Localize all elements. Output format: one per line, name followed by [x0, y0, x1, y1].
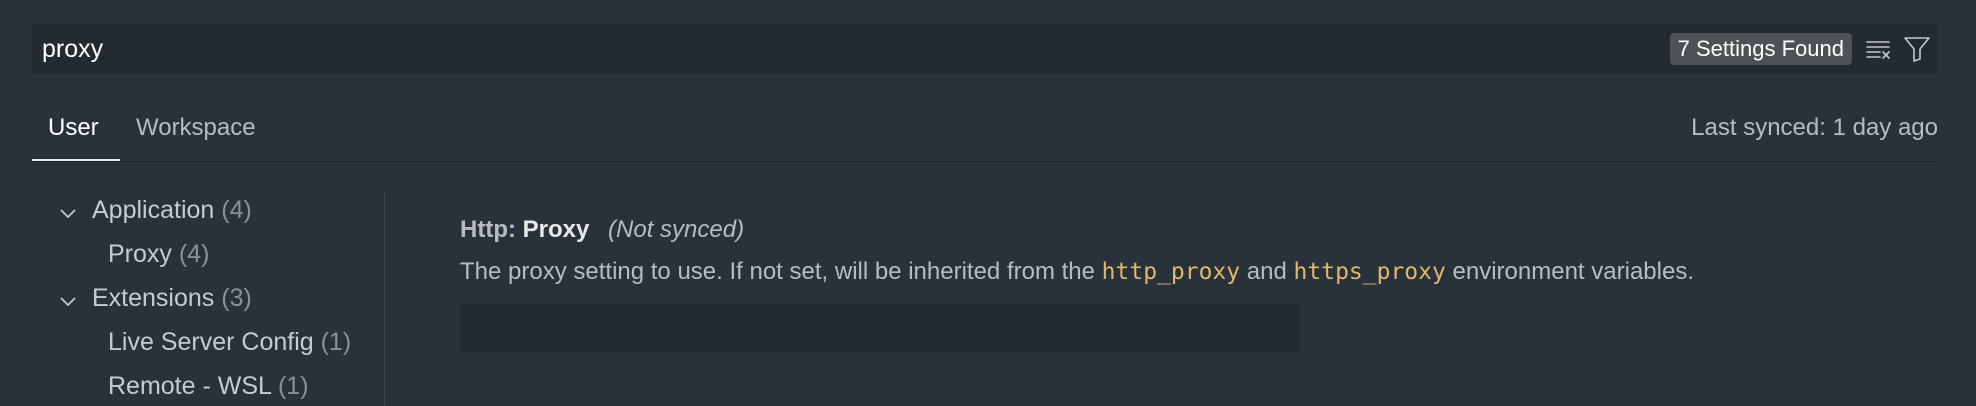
chevron-down-icon[interactable] — [58, 292, 78, 312]
setting-description: The proxy setting to use. If not set, wi… — [460, 258, 1940, 286]
toc-item-count: (4) — [178, 240, 210, 268]
toc-item-count: (1) — [277, 372, 309, 400]
toc-divider[interactable] — [384, 190, 385, 406]
active-tab-indicator — [32, 159, 120, 161]
tab-user[interactable]: User — [48, 114, 99, 142]
toc-item-count: (3) — [221, 284, 252, 312]
toc-item-label: Remote - WSL — [108, 372, 272, 400]
filter-icon[interactable] — [1900, 32, 1934, 66]
settings-scope-tabs: User Workspace Last synced: 1 day ago — [32, 100, 1938, 162]
code-http-proxy: http_proxy — [1101, 259, 1241, 285]
toc-item-label: Live Server Config — [108, 328, 314, 356]
toc-item-label: Application — [92, 196, 215, 224]
code-https-proxy: https_proxy — [1293, 259, 1446, 285]
not-synced-label: (Not synced) — [608, 216, 745, 243]
results-count-badge: 7 Settings Found — [1669, 33, 1852, 65]
description-text: environment variables. — [1445, 258, 1694, 285]
tab-workspace[interactable]: Workspace — [136, 114, 256, 142]
last-synced-label: Last synced: 1 day ago — [1691, 114, 1938, 141]
setting-item-http-proxy: Http: Proxy (Not synced) The proxy setti… — [460, 216, 1940, 352]
proxy-value-input[interactable] — [460, 304, 1300, 352]
toc-item-count: (4) — [221, 196, 252, 224]
setting-category: Http: — [460, 216, 523, 243]
search-input[interactable] — [32, 24, 1670, 74]
toc-item-extensions[interactable]: Extensions (3) — [92, 284, 252, 313]
setting-title: Http: Proxy (Not synced) — [460, 216, 1940, 250]
toc-item-live-server-config[interactable]: Live Server Config (1) — [108, 328, 351, 357]
toc-item-label: Proxy — [108, 240, 172, 268]
toc-item-proxy[interactable]: Proxy (4) — [108, 240, 209, 269]
description-text: The proxy setting to use. If not set, wi… — [460, 258, 1102, 285]
toc-item-label: Extensions — [92, 284, 215, 312]
toc-item-application[interactable]: Application (4) — [92, 196, 252, 225]
toc-item-remote-wsl[interactable]: Remote - WSL (1) — [108, 372, 309, 401]
description-text: and — [1240, 258, 1294, 285]
toc-item-count: (1) — [320, 328, 352, 356]
setting-name: Proxy — [522, 216, 590, 243]
clear-filter-icon[interactable] — [1862, 32, 1896, 66]
settings-table-of-contents: Application (4) Proxy (4) Extensions (3)… — [32, 190, 382, 406]
settings-search-bar: 7 Settings Found — [32, 24, 1938, 74]
chevron-down-icon[interactable] — [58, 204, 78, 224]
